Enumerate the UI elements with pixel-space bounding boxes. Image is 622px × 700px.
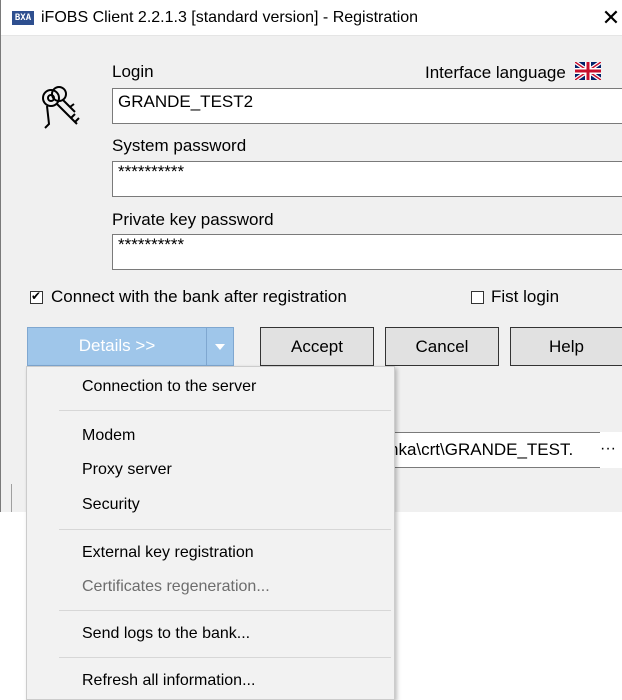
menu-item-modem[interactable]: Modem bbox=[82, 427, 135, 445]
accept-button[interactable]: Accept bbox=[260, 327, 374, 366]
cancel-button[interactable]: Cancel bbox=[385, 327, 499, 366]
private-key-password-label: Private key password bbox=[112, 210, 274, 229]
details-dropdown-arrow[interactable] bbox=[206, 327, 234, 366]
fist-login-checkbox[interactable] bbox=[471, 291, 484, 304]
browse-ellipsis-button[interactable]: ··· bbox=[600, 432, 622, 468]
interface-language-label: Interface language bbox=[425, 62, 601, 83]
system-password-label: System password bbox=[112, 136, 247, 155]
details-button[interactable]: Details >> bbox=[27, 327, 207, 366]
window-title: iFOBS Client 2.2.1.3 [standard version] … bbox=[41, 9, 419, 26]
help-button[interactable]: Help bbox=[510, 327, 622, 366]
menu-item-external-key-registration[interactable]: External key registration bbox=[82, 544, 254, 562]
key-path-field[interactable]: nka\crt\GRANDE_TEST. bbox=[386, 432, 622, 468]
fist-login-label[interactable]: Fist login bbox=[491, 287, 559, 307]
menu-separator bbox=[59, 410, 391, 411]
menu-item-refresh-all[interactable]: Refresh all information... bbox=[82, 672, 255, 690]
uk-flag-icon[interactable] bbox=[574, 62, 601, 80]
private-key-password-input[interactable]: ********** bbox=[112, 234, 622, 270]
menu-item-send-logs[interactable]: Send logs to the bank... bbox=[82, 625, 250, 643]
login-label: Login bbox=[112, 62, 154, 81]
group-border bbox=[11, 484, 17, 512]
system-password-input[interactable]: ********** bbox=[112, 161, 622, 197]
menu-separator bbox=[59, 610, 391, 611]
login-input[interactable]: GRANDE_TEST2 bbox=[112, 88, 622, 124]
interface-language-text: Interface language bbox=[425, 63, 566, 82]
menu-separator bbox=[59, 657, 391, 658]
connect-checkbox[interactable] bbox=[30, 289, 43, 304]
keys-icon bbox=[42, 86, 80, 129]
details-dropdown-menu: Connection to the server Modem Proxy ser… bbox=[26, 366, 395, 700]
menu-item-connection-to-server[interactable]: Connection to the server bbox=[82, 378, 256, 396]
connect-checkbox-label[interactable]: Connect with the bank after registration bbox=[51, 287, 347, 307]
menu-item-certificates-regeneration: Certificates regeneration... bbox=[82, 578, 270, 595]
close-icon[interactable]: ✕ bbox=[599, 5, 622, 31]
menu-item-security[interactable]: Security bbox=[82, 496, 140, 514]
app-icon: BXA bbox=[12, 11, 34, 25]
menu-separator bbox=[59, 529, 391, 530]
menu-item-proxy-server[interactable]: Proxy server bbox=[82, 461, 172, 479]
title-bar[interactable]: BXA iFOBS Client 2.2.1.3 [standard versi… bbox=[1, 0, 622, 36]
